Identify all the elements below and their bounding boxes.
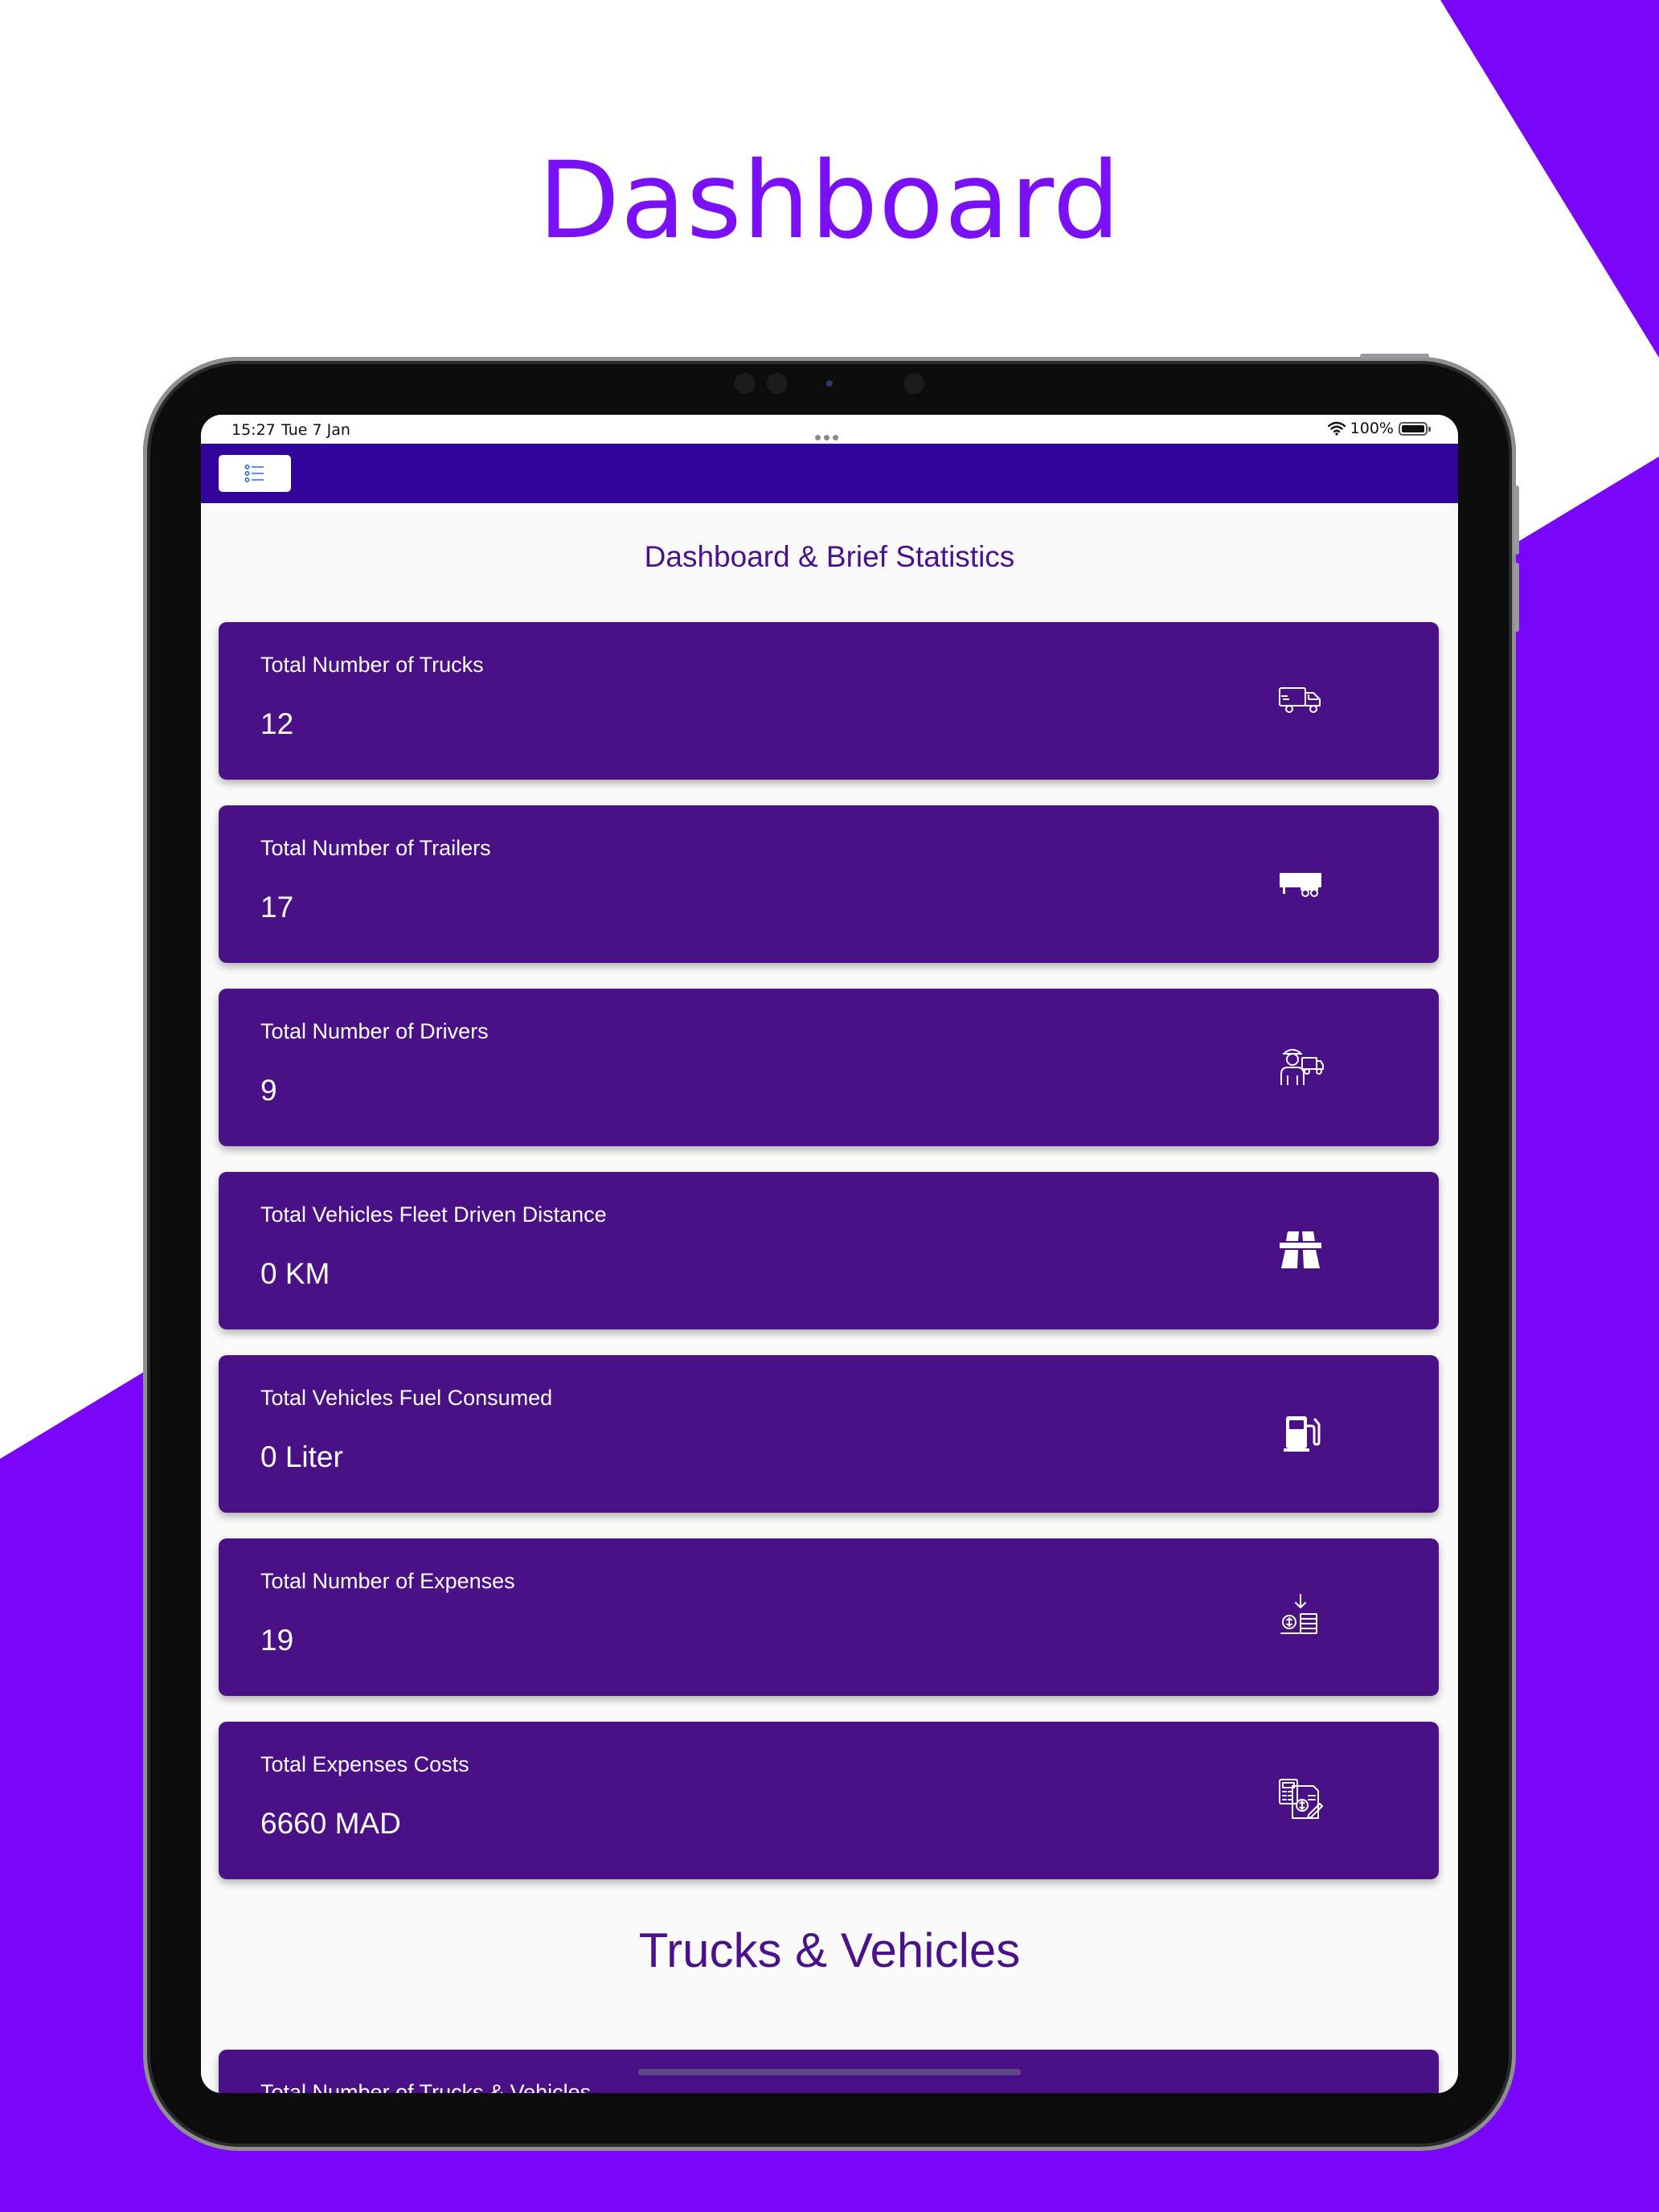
sensor-icon	[735, 373, 756, 394]
expenses-icon	[1280, 1594, 1317, 1634]
card-label: Total Vehicles Fleet Driven Distance	[260, 1202, 607, 1227]
card-label: Total Number of Trailers	[260, 836, 491, 860]
card-label: Total Vehicles Fuel Consumed	[260, 1386, 553, 1410]
stat-card-fuel[interactable]: Total Vehicles Fuel Consumed 0 Liter	[219, 1355, 1439, 1513]
card-label: Total Number of Drivers	[260, 1019, 489, 1043]
tablet-frame: 15:27 Tue 7 Jan 100% Dashboard & Brief S…	[143, 354, 1519, 2151]
stat-card-drivers[interactable]: Total Number of Drivers 9	[219, 989, 1439, 1146]
driver-icon	[1280, 1049, 1324, 1085]
road-icon	[1280, 1231, 1321, 1268]
sensor-icon	[903, 373, 924, 394]
card-value: 9	[260, 1074, 277, 1107]
card-label: Total Number of Trucks	[260, 653, 484, 677]
stat-card-trailers[interactable]: Total Number of Trailers 17	[219, 805, 1439, 963]
status-date: Tue 7 Jan	[281, 421, 350, 439]
wifi-icon	[1327, 421, 1346, 436]
card-label: Total Number of Trucks & Vehicles	[260, 2080, 592, 2093]
card-value: 0 KM	[260, 1257, 330, 1290]
card-label: Total Expenses Costs	[260, 1752, 469, 1776]
card-value: 6660 MAD	[260, 1807, 401, 1840]
stat-card-distance[interactable]: Total Vehicles Fleet Driven Distance 0 K…	[219, 1172, 1439, 1329]
volume-down-button	[1514, 563, 1519, 632]
volume-up-button	[1514, 485, 1519, 555]
status-right: 100%	[1327, 420, 1431, 437]
trailer-icon	[1280, 873, 1321, 897]
list-icon	[244, 464, 264, 482]
top-button	[1360, 354, 1429, 358]
top-nav-bar	[201, 444, 1458, 503]
section-title-trucks: Trucks & Vehicles	[638, 1923, 1021, 1977]
card-value: 12	[260, 707, 294, 740]
invoice-icon	[1279, 1779, 1323, 1819]
status-bar: 15:27 Tue 7 Jan 100%	[201, 415, 1458, 444]
card-value: 17	[260, 891, 294, 924]
stat-card-expenses-costs[interactable]: Total Expenses Costs 6660 MAD	[219, 1722, 1439, 1879]
battery-icon	[1399, 421, 1431, 436]
status-time: 15:27	[231, 421, 276, 439]
card-label: Total Number of Expenses	[260, 1569, 515, 1593]
camera-icon	[826, 380, 833, 387]
dashboard-content: Dashboard & Brief Statistics Total Numbe…	[201, 503, 1458, 2093]
sensor-icon	[767, 373, 788, 394]
stat-card-trucks[interactable]: Total Number of Trucks 12	[219, 622, 1439, 780]
truck-icon	[1279, 687, 1321, 713]
card-value: 19	[260, 1624, 294, 1657]
app-screen: 15:27 Tue 7 Jan 100% Dashboard & Brief S…	[201, 415, 1458, 2093]
multitasking-dots-icon[interactable]	[815, 427, 844, 440]
stat-card-expenses[interactable]: Total Number of Expenses 19	[219, 1538, 1439, 1696]
battery-percent: 100%	[1350, 420, 1394, 437]
promo-title: Dashboard	[538, 139, 1121, 263]
card-value: 0 Liter	[260, 1440, 343, 1473]
section-title-brief: Dashboard & Brief Statistics	[644, 540, 1015, 573]
home-indicator[interactable]	[638, 2069, 1021, 2075]
fuel-pump-icon	[1284, 1416, 1321, 1452]
menu-button[interactable]	[219, 455, 291, 492]
